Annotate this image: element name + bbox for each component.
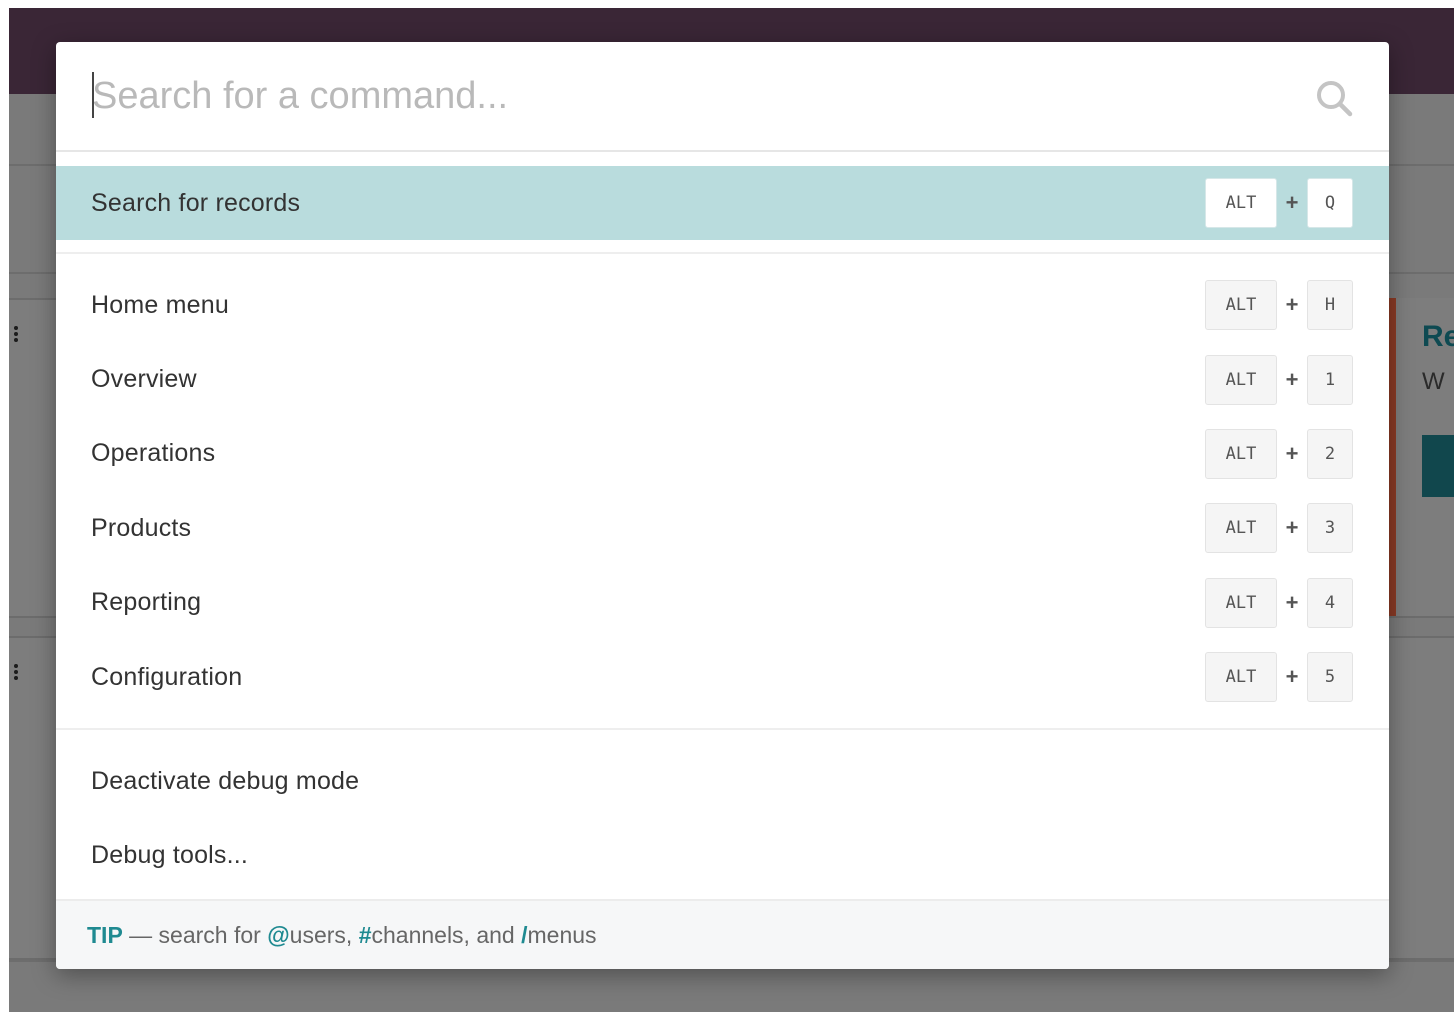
command-item-deactivate-debug-mode[interactable]: Deactivate debug mode [56,744,1389,818]
command-label: Overview [91,365,197,394]
command-label: Search for records [91,188,301,217]
shortcut-key: 5 [1307,652,1353,703]
keyboard-shortcut: ALT +1 [1205,354,1353,405]
search-icon [1317,81,1353,117]
shortcut-key: 4 [1307,577,1353,628]
command-palette: Search for records ALT + Q Home menu ALT + H Ov… [56,42,1389,969]
command-item-operations[interactable]: Operations ALT +2 [56,417,1389,491]
command-search-bar [56,42,1389,152]
shortcut-plus: + [1285,589,1299,615]
shortcut-plus: + [1285,190,1299,215]
shortcut-key: ALT [1205,354,1277,405]
kebab-menu-icon[interactable] [14,664,20,682]
tip-users-symbol: @ [267,921,290,948]
shortcut-plus: + [1285,515,1299,541]
shortcut-key: 1 [1307,354,1353,405]
side-panel-subtitle: W [1422,368,1445,395]
tip-menus: menus [527,921,597,948]
command-search-input[interactable] [92,68,1272,124]
shortcut-key: 3 [1307,503,1353,554]
command-label: Configuration [91,662,243,691]
background-side-panel: Re W [1388,298,1454,616]
command-item-search-for-records[interactable]: Search for records ALT + Q [56,166,1389,240]
tip-channels-symbol: # [358,921,372,948]
keyboard-shortcut: ALT +5 [1205,652,1353,703]
tip-bar: TIP — search for @users, #channels, and … [56,899,1389,969]
caption-strip [0,0,1454,8]
navigation-section: Home menu ALT + H Overview ALT +1 Operations ALT… [56,254,1389,731]
command-label: Operations [91,439,216,468]
records-section: Search for records ALT + Q [56,152,1389,254]
command-item-overview[interactable]: Overview ALT +1 [56,342,1389,416]
shortcut-key: Q [1307,178,1353,228]
shortcut-key: 2 [1307,428,1353,479]
keyboard-shortcut: ALT +3 [1205,503,1353,554]
command-item-debug-tools[interactable]: Debug tools... [56,819,1389,893]
shortcut-key: ALT [1205,428,1277,479]
shortcut-plus: + [1285,440,1299,466]
tip-channels: channels, and [371,921,522,948]
shortcut-key: ALT [1205,577,1277,628]
tip-label: TIP [87,921,123,948]
side-panel-title: Re [1422,320,1454,353]
shortcut-key: ALT [1205,280,1277,331]
command-item-home-menu[interactable]: Home menu ALT + H [56,268,1389,342]
command-label: Reporting [91,588,202,617]
command-item-products[interactable]: Products ALT +3 [56,491,1389,565]
keyboard-shortcut: ALT + Q [1205,178,1353,228]
keyboard-shortcut: ALT +2 [1205,428,1353,479]
shortcut-plus: + [1285,664,1299,690]
keyboard-shortcut: ALT + H [1205,280,1353,331]
shortcut-key: H [1307,280,1353,331]
shortcut-plus: + [1285,292,1299,318]
debug-section: Deactivate debug mode Debug tools... [56,730,1389,907]
command-label: Home menu [91,290,229,319]
shortcut-key: ALT [1205,652,1277,703]
command-item-configuration[interactable]: Configuration ALT +5 [56,640,1389,714]
keyboard-shortcut: ALT +4 [1205,577,1353,628]
side-panel-button[interactable] [1422,435,1454,497]
command-label: Products [91,513,192,542]
kebab-menu-icon[interactable] [14,326,20,344]
tip-users: users, [289,921,359,948]
shortcut-plus: + [1285,366,1299,392]
tip-text: — search for @users, #channels, and /men… [122,921,597,948]
text-caret [92,72,94,118]
command-label: Debug tools... [91,841,249,870]
screen: Re W Search for records ALT + Q Home menu AL… [0,0,1454,1012]
command-label: Deactivate debug mode [91,767,360,796]
shortcut-key: ALT [1205,503,1277,554]
command-item-reporting[interactable]: Reporting ALT +4 [56,566,1389,640]
shortcut-key: ALT [1205,178,1277,228]
